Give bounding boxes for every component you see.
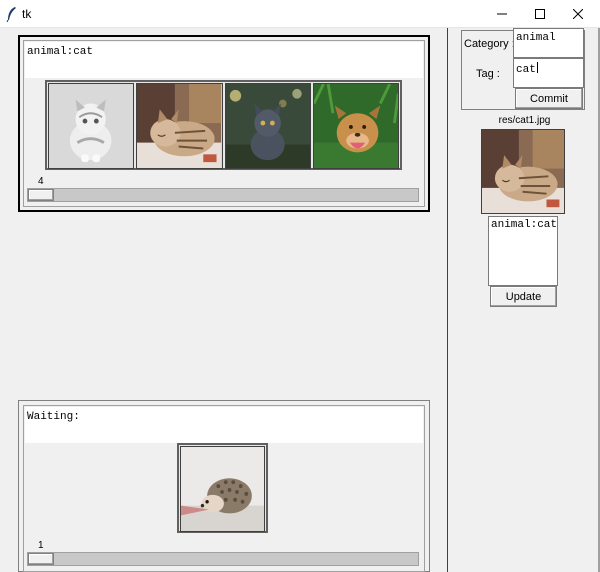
maximize-icon bbox=[535, 9, 545, 19]
scale-value: 1 bbox=[38, 540, 44, 551]
thumbnail-image[interactable] bbox=[180, 446, 265, 532]
minimize-icon bbox=[497, 13, 507, 15]
waiting-images-label: Waiting: bbox=[25, 407, 423, 443]
category-value: animal bbox=[516, 32, 556, 44]
sleeping-tabby-cat-photo bbox=[482, 130, 564, 213]
tagged-images-label: animal:cat bbox=[25, 42, 423, 78]
category-field[interactable]: animal bbox=[513, 28, 584, 58]
scale-slider-handle[interactable] bbox=[28, 189, 54, 201]
title-bar: tk bbox=[0, 0, 600, 28]
close-icon bbox=[573, 9, 583, 19]
close-button[interactable] bbox=[556, 0, 600, 28]
waiting-thumbnail-strip bbox=[177, 443, 268, 533]
gray-cat-photo bbox=[225, 84, 310, 168]
thumbnail-image[interactable] bbox=[48, 83, 135, 169]
thumbnail-image[interactable] bbox=[312, 83, 399, 169]
thumbnail-scale[interactable] bbox=[27, 188, 419, 202]
tagged-thumbnail-strip bbox=[45, 80, 402, 170]
thumbnail-scale[interactable] bbox=[27, 552, 419, 566]
tag-value: cat bbox=[516, 64, 536, 76]
tag-text: animal:cat bbox=[491, 219, 558, 231]
preview-filename: res/cat1.jpg bbox=[498, 115, 551, 126]
commit-button[interactable]: Commit bbox=[515, 88, 583, 109]
smiling-dog-photo bbox=[313, 84, 398, 168]
tag-field[interactable]: cat bbox=[513, 58, 584, 88]
preview-image bbox=[481, 129, 565, 214]
thumbnail-image[interactable] bbox=[136, 83, 223, 169]
category-label: Category : bbox=[464, 38, 515, 50]
white-kitten-photo bbox=[49, 84, 134, 168]
tag-label: Tag : bbox=[476, 68, 500, 80]
text-cursor bbox=[536, 62, 538, 73]
thumbnail-image[interactable] bbox=[224, 83, 311, 169]
window-title: tk bbox=[22, 7, 32, 21]
feather-icon bbox=[6, 7, 16, 22]
scale-slider-handle[interactable] bbox=[28, 553, 54, 565]
tag-text-area[interactable]: animal:cat bbox=[488, 216, 558, 286]
scale-value: 4 bbox=[38, 176, 44, 187]
update-button[interactable]: Update bbox=[490, 286, 557, 307]
hedgehog-photo bbox=[181, 447, 264, 531]
sleeping-tabby-cat-photo bbox=[137, 84, 222, 168]
